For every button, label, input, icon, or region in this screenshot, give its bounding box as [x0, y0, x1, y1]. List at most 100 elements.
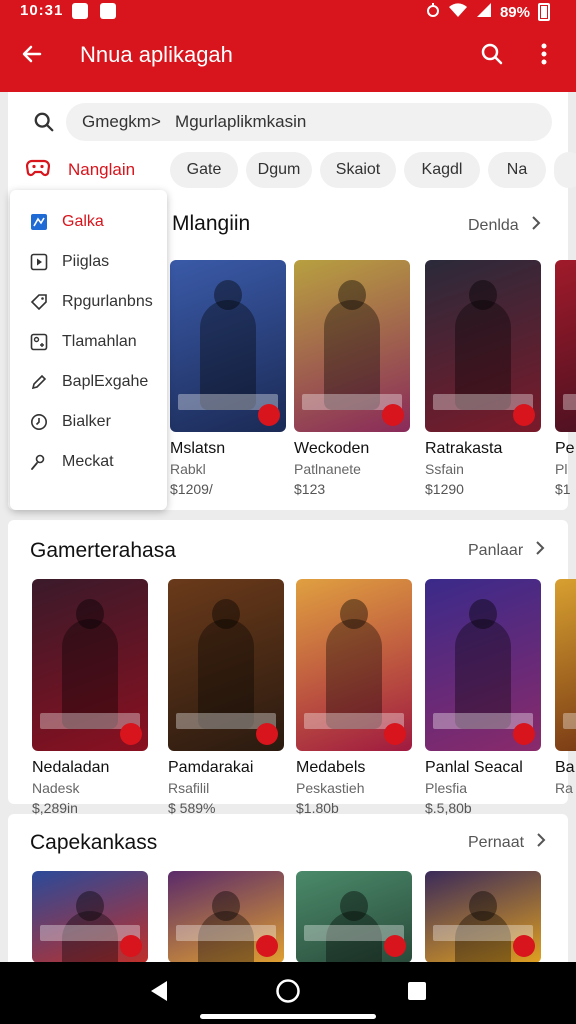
app-price: $ 589%: [168, 800, 216, 816]
menu-item-label: Piiglas: [62, 253, 110, 270]
rating-badge: [513, 935, 535, 957]
rating-badge: [256, 723, 278, 745]
app-thumbnail[interactable]: [294, 260, 410, 432]
app-price: $1209/: [170, 481, 213, 497]
rating-badge: [382, 404, 404, 426]
rating-badge: [384, 935, 406, 957]
search-bar[interactable]: Gmegkm> Mgurlaplikmkasin: [26, 102, 552, 142]
app-price: $1: [555, 481, 571, 497]
app-card[interactable]: [425, 871, 545, 963]
app-name: Nedaladan: [32, 759, 110, 776]
more-vert-icon: [541, 43, 547, 70]
app-card[interactable]: Ba Ra: [555, 579, 576, 823]
chip[interactable]: Gate: [170, 152, 238, 188]
app-category: Rsafilil: [168, 780, 210, 796]
app-name: Ba: [555, 759, 575, 776]
square-recents-icon: [407, 981, 427, 1006]
page-title: Nnua aplikagah: [80, 42, 233, 67]
app-price: $.5,80b: [425, 800, 472, 816]
more-link-label: Denlda: [468, 216, 519, 234]
menu-item-meckat[interactable]: Meckat: [30, 447, 114, 477]
person-icon: [30, 453, 48, 471]
app-thumbnail[interactable]: [296, 579, 412, 751]
app-category: Patlnanete: [294, 461, 361, 477]
app-name: Ratrakasta: [425, 440, 503, 457]
section-more-link[interactable]: Pernaat: [468, 832, 546, 853]
chip[interactable]: Skaiot: [320, 152, 396, 188]
nav-recents-button[interactable]: [400, 976, 434, 1010]
app-price: $1290: [425, 481, 464, 497]
app-thumbnail[interactable]: [32, 871, 148, 963]
app-category: Plesfia: [425, 780, 468, 796]
app-name: Medabels: [296, 759, 366, 776]
app-card[interactable]: Weckoden Patlnanete $123: [294, 260, 414, 504]
game-icon: [30, 213, 48, 231]
more-link-label: Pernaat: [468, 833, 525, 851]
app-thumbnail[interactable]: [425, 579, 541, 751]
battery-text: 89%: [499, 3, 530, 21]
app-card[interactable]: Nedaladan Nadesk $,289in: [32, 579, 152, 823]
app-thumbnail[interactable]: [32, 579, 148, 751]
nav-back-button[interactable]: [142, 976, 176, 1010]
menu-item-tlamahlan[interactable]: Tlamahlan: [30, 327, 137, 357]
more-link-label: Panlaar: [468, 541, 524, 559]
app-price: $,289in: [32, 800, 78, 816]
app-card[interactable]: Medabels Peskastieh $1.80b: [296, 579, 416, 823]
app-name: Weckoden: [294, 440, 370, 457]
triangle-back-icon: [149, 980, 169, 1007]
menu-item-bialker[interactable]: Bialker: [30, 407, 111, 437]
app-name: Mslatsn: [170, 440, 226, 457]
app-thumbnail[interactable]: [168, 579, 284, 751]
section-title: Gamerterahasa: [30, 539, 176, 562]
chip[interactable]: Kagdl: [404, 152, 480, 188]
app-thumbnail[interactable]: [170, 260, 286, 432]
app-category: Ra: [555, 780, 573, 796]
app-screen: 10:31 89% Nnua aplikagah Gmegkm> Mgurlap…: [0, 0, 576, 1024]
menu-item-piiglas[interactable]: Piiglas: [30, 247, 109, 277]
search-input[interactable]: Gmegkm> Mgurlaplikmkasin: [66, 103, 552, 141]
search-icon: [26, 102, 62, 142]
app-card[interactable]: Ratrakasta Ssfain $1290: [425, 260, 545, 504]
app-thumbnail[interactable]: [168, 871, 284, 963]
section-more-link[interactable]: Panlaar: [468, 540, 545, 561]
app-category: Peskastieh: [296, 780, 365, 796]
app-card[interactable]: [168, 871, 288, 963]
section-more-link[interactable]: Denlda: [468, 215, 541, 236]
app-thumbnail[interactable]: [425, 260, 541, 432]
wifi-icon: [448, 2, 468, 22]
app-name: Panlal Seacal: [425, 759, 523, 776]
status-time: 10:31: [20, 2, 64, 19]
menu-item-label: Galka: [62, 213, 104, 230]
chip[interactable]: Na: [488, 152, 546, 188]
play-square-icon: [30, 253, 48, 271]
rating-badge: [384, 723, 406, 745]
more-options-button[interactable]: [526, 38, 562, 74]
game-logo: [563, 394, 576, 410]
menu-item-baplexgahe[interactable]: BaplExgahe: [30, 367, 148, 397]
back-button[interactable]: [14, 38, 50, 74]
chip[interactable]: [554, 152, 576, 188]
app-card[interactable]: [32, 871, 152, 963]
notification-icon: [100, 3, 116, 19]
app-thumbnail[interactable]: [555, 260, 576, 432]
app-thumbnail[interactable]: [555, 579, 576, 751]
rating-badge: [120, 935, 142, 957]
app-card[interactable]: Panlal Seacal Plesfia $.5,80b: [425, 579, 545, 823]
tag-icon: [30, 293, 48, 311]
section-title: Mlangiin: [172, 212, 251, 235]
chip-selected[interactable]: Nanglain: [25, 150, 135, 190]
nav-home-button[interactable]: [271, 976, 305, 1010]
status-right: 89%: [426, 2, 550, 22]
app-category: Nadesk: [32, 780, 80, 796]
app-thumbnail[interactable]: [425, 871, 541, 963]
app-card[interactable]: Pamdarakai Rsafilil $ 589%: [168, 579, 288, 823]
app-card[interactable]: [296, 871, 416, 963]
home-indicator: [200, 1014, 376, 1019]
app-card[interactable]: Pe Pl $1: [555, 260, 576, 504]
search-button[interactable]: [474, 38, 510, 74]
app-thumbnail[interactable]: [296, 871, 412, 963]
app-card[interactable]: Mslatsn Rabkl $1209/: [170, 260, 290, 504]
menu-item-galka[interactable]: Galka: [30, 207, 104, 237]
chip[interactable]: Dgum: [246, 152, 312, 188]
menu-item-rpgurlanbns[interactable]: Rpgurlanbns: [30, 287, 153, 317]
